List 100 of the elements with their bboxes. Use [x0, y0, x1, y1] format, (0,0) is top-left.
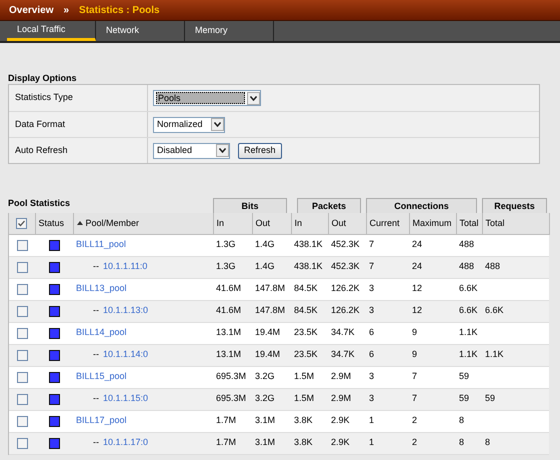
table-cell: 41.6M — [216, 305, 242, 316]
member-indent-dash: -- — [93, 305, 99, 316]
table-cell: 1.4G — [255, 239, 275, 250]
chevron-down-icon — [214, 122, 221, 127]
table-cell: 2.9M — [331, 393, 352, 404]
status-icon — [48, 372, 60, 382]
column-header[interactable]: Out — [332, 218, 346, 228]
checkbox[interactable] — [16, 306, 28, 316]
member-link[interactable]: 10.1.1.11:0 — [103, 261, 148, 272]
checkbox[interactable] — [16, 416, 28, 426]
checkbox[interactable] — [16, 438, 28, 448]
column-header[interactable]: Total — [460, 218, 479, 228]
table-cell: 19.4M — [255, 349, 280, 360]
table-cell: 3 — [369, 305, 374, 316]
table-cell: 126.2K — [331, 283, 360, 294]
table-cell: 1 — [369, 437, 374, 448]
chevron-down-icon — [250, 96, 257, 100]
checkbox[interactable] — [16, 284, 28, 294]
tab[interactable]: Local Traffic — [7, 21, 96, 41]
breadcrumb-separator: » — [63, 4, 70, 18]
table-cell: 6.6K — [459, 283, 478, 294]
table-cell: 19.4M — [255, 327, 280, 338]
table-cell: 34.7K — [331, 349, 355, 360]
column-group-header: Requests — [482, 198, 547, 213]
column-header[interactable]: Pool/Member — [76, 216, 140, 230]
option-label: Auto Refresh — [9, 138, 148, 163]
member-link[interactable]: 10.1.1.17:0 — [103, 437, 148, 448]
checkbox[interactable] — [16, 394, 28, 404]
table-cell: 1.4G — [255, 261, 275, 272]
pool-link[interactable]: BILL13_pool — [76, 283, 127, 294]
table-cell: 3 — [369, 371, 374, 382]
member-link[interactable]: 10.1.1.13:0 — [103, 305, 148, 316]
checkbox[interactable] — [16, 350, 28, 360]
table-cell: 488 — [459, 239, 474, 250]
table-cell: 9 — [412, 327, 418, 338]
status-icon — [48, 328, 60, 338]
checkbox[interactable] — [16, 240, 28, 250]
table-cell: 84.5K — [294, 305, 318, 316]
table-cell: 6.6K — [485, 305, 504, 316]
status-icon — [48, 284, 60, 294]
dropdown[interactable]: Pools — [153, 90, 261, 106]
table-cell: 8 — [459, 437, 464, 448]
checkbox[interactable] — [16, 218, 28, 229]
column-group-header: Connections — [366, 198, 477, 213]
column-header[interactable]: In — [294, 218, 302, 228]
member-link[interactable]: 10.1.1.14:0 — [103, 349, 148, 360]
column-group-header: Bits — [213, 198, 287, 213]
table-cell: 1.3G — [216, 261, 236, 272]
pool-link[interactable]: BILL11_pool — [76, 239, 126, 250]
table-cell: 7 — [369, 261, 374, 272]
checkbox[interactable] — [16, 262, 28, 272]
table-cell: 13.1M — [216, 349, 242, 360]
table-cell: 3 — [369, 283, 374, 294]
column-group-header: Packets — [297, 198, 361, 213]
table-cell: 1.1K — [459, 349, 478, 360]
column-header[interactable]: In — [216, 218, 224, 228]
pool-link[interactable]: BILL17_pool — [76, 415, 127, 426]
pool-link[interactable]: BILL15_pool — [76, 371, 127, 382]
member-indent-dash: -- — [93, 261, 99, 272]
table-cell: 438.1K — [294, 261, 323, 272]
option-label: Data Format — [9, 112, 148, 137]
dropdown[interactable]: Normalized — [153, 116, 225, 132]
member-indent-dash: -- — [93, 393, 99, 404]
table-cell: 452.3K — [331, 261, 360, 272]
breadcrumb-link[interactable]: Overview — [9, 2, 54, 18]
table-cell: 3.8K — [294, 437, 313, 448]
table-cell: 1.5M — [294, 371, 314, 382]
column-header[interactable]: Out — [256, 218, 270, 228]
status-icon — [48, 306, 60, 316]
table-cell: 6.6K — [459, 305, 478, 316]
chevron-down-icon — [219, 148, 226, 153]
table-cell: 24 — [412, 261, 422, 272]
column-header[interactable]: Current — [370, 218, 400, 228]
table-cell: 2 — [412, 415, 418, 426]
checkbox[interactable] — [16, 372, 28, 382]
table-cell: 488 — [485, 261, 500, 272]
table-cell: 3.1M — [255, 415, 276, 426]
table-cell: 2 — [412, 437, 418, 448]
pool-link[interactable]: BILL14_pool — [76, 327, 127, 338]
table-cell: 1.1K — [459, 327, 478, 338]
table-cell: 12 — [412, 283, 422, 294]
table-cell: 6 — [369, 327, 374, 338]
page-title: Statistics : Pools — [79, 4, 160, 18]
table-cell: 1 — [369, 415, 374, 426]
column-header[interactable]: Maximum — [412, 218, 452, 228]
table-cell: 12 — [412, 305, 422, 316]
dropdown[interactable]: Disabled — [153, 142, 230, 158]
refresh-button[interactable]: Refresh — [238, 142, 282, 158]
table-cell: 7 — [412, 393, 418, 404]
table-cell: 3.2G — [255, 393, 275, 404]
table-cell: 1.7M — [216, 437, 236, 448]
table-cell: 1.1K — [485, 349, 504, 360]
table-cell: 13.1M — [216, 327, 242, 338]
column-header[interactable]: Status — [38, 218, 64, 228]
column-header[interactable]: Total — [486, 218, 505, 228]
section-title: Pool Statistics — [8, 196, 72, 210]
table-cell: 1.5M — [294, 393, 314, 404]
checkbox[interactable] — [16, 328, 28, 338]
member-link[interactable]: 10.1.1.15:0 — [103, 393, 148, 404]
status-icon — [48, 262, 60, 272]
